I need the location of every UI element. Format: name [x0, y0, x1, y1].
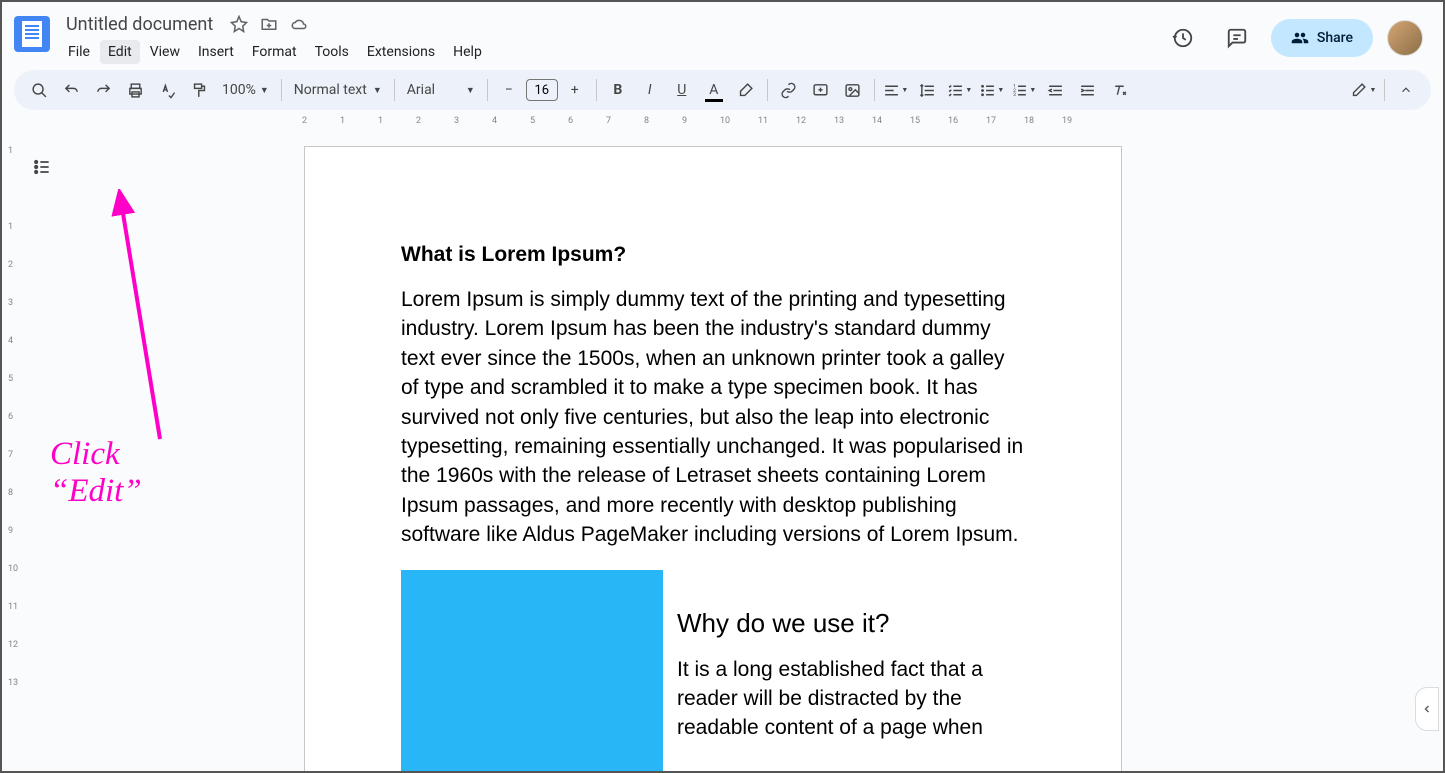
- highlight-icon[interactable]: [731, 75, 761, 105]
- menu-insert[interactable]: Insert: [190, 40, 242, 64]
- svg-text:3: 3: [1013, 92, 1016, 98]
- undo-icon[interactable]: [56, 75, 86, 105]
- text-color-icon[interactable]: A: [699, 75, 729, 105]
- redo-icon[interactable]: [88, 75, 118, 105]
- paint-format-icon[interactable]: [184, 75, 214, 105]
- comments-icon[interactable]: [1217, 18, 1257, 58]
- side-panel-toggle-icon[interactable]: [1415, 687, 1439, 731]
- account-avatar[interactable]: [1387, 20, 1423, 56]
- collapse-toolbar-icon[interactable]: [1391, 75, 1421, 105]
- document-page[interactable]: What is Lorem Ipsum? Lorem Ipsum is simp…: [304, 146, 1122, 771]
- bullet-list-icon[interactable]: ▼: [977, 75, 1007, 105]
- document-title[interactable]: Untitled document: [60, 12, 219, 37]
- doc-heading-2[interactable]: Why do we use it?: [677, 608, 1025, 639]
- link-icon[interactable]: [774, 75, 804, 105]
- indent-increase-icon[interactable]: [1073, 75, 1103, 105]
- align-icon[interactable]: ▼: [881, 75, 911, 105]
- menu-tools[interactable]: Tools: [307, 40, 357, 64]
- font-size-input[interactable]: 16: [526, 79, 558, 101]
- menubar: File Edit View Insert Format Tools Exten…: [60, 40, 1163, 64]
- clear-format-icon[interactable]: [1105, 75, 1135, 105]
- docs-logo[interactable]: [14, 16, 50, 52]
- underline-icon[interactable]: U: [667, 75, 697, 105]
- decrease-font-icon[interactable]: −: [494, 75, 524, 105]
- doc-heading-1[interactable]: What is Lorem Ipsum?: [401, 243, 1025, 267]
- line-spacing-icon[interactable]: [913, 75, 943, 105]
- menu-help[interactable]: Help: [445, 40, 490, 64]
- ruler-horizontal[interactable]: 2112345678910111213141516171819: [2, 116, 1443, 134]
- move-icon[interactable]: [259, 14, 279, 34]
- paragraph-style-select[interactable]: Normal text▼: [288, 82, 388, 98]
- numbered-list-icon[interactable]: 123▼: [1009, 75, 1039, 105]
- ruler-vertical[interactable]: 112345678910111213: [2, 134, 22, 771]
- print-icon[interactable]: [120, 75, 150, 105]
- star-icon[interactable]: [229, 14, 249, 34]
- image-icon[interactable]: [838, 75, 868, 105]
- zoom-select[interactable]: 100%▼: [216, 82, 275, 98]
- comment-add-icon[interactable]: [806, 75, 836, 105]
- toolbar: 100%▼ Normal text▼ Arial▼ − 16 + B I U A…: [14, 70, 1431, 110]
- doc-image-placeholder[interactable]: [401, 570, 663, 771]
- share-label: Share: [1317, 30, 1353, 46]
- share-button[interactable]: Share: [1271, 19, 1373, 57]
- checklist-icon[interactable]: ▼: [945, 75, 975, 105]
- menu-edit[interactable]: Edit: [100, 40, 140, 64]
- spellcheck-icon[interactable]: [152, 75, 182, 105]
- bold-icon[interactable]: B: [603, 75, 633, 105]
- menu-view[interactable]: View: [142, 40, 188, 64]
- doc-paragraph-1[interactable]: Lorem Ipsum is simply dummy text of the …: [401, 285, 1025, 550]
- menu-extensions[interactable]: Extensions: [359, 40, 443, 64]
- menu-format[interactable]: Format: [244, 40, 305, 64]
- italic-icon[interactable]: I: [635, 75, 665, 105]
- people-icon: [1291, 29, 1309, 47]
- cloud-status-icon[interactable]: [289, 14, 309, 34]
- menu-file[interactable]: File: [60, 40, 98, 64]
- font-family-select[interactable]: Arial▼: [401, 82, 481, 98]
- history-icon[interactable]: [1163, 18, 1203, 58]
- increase-font-icon[interactable]: +: [560, 75, 590, 105]
- outline-toggle-icon[interactable]: [27, 152, 57, 182]
- indent-decrease-icon[interactable]: [1041, 75, 1071, 105]
- doc-paragraph-2[interactable]: It is a long established fact that a rea…: [677, 655, 1025, 743]
- search-icon[interactable]: [24, 75, 54, 105]
- editing-mode-icon[interactable]: ▼: [1348, 75, 1378, 105]
